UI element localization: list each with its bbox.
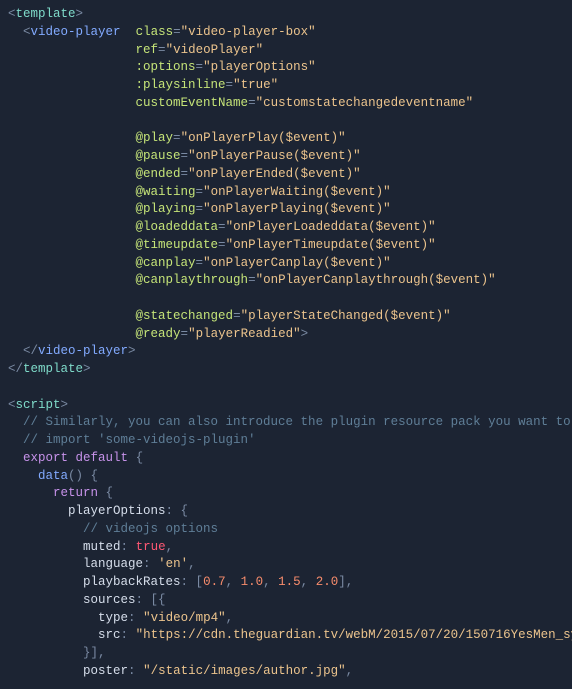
rate-0: 0.7 <box>203 575 226 589</box>
attr-class-k: class <box>136 25 174 39</box>
prop-src: src <box>98 628 121 642</box>
attr-ref-v: videoPlayer <box>173 43 256 57</box>
attr-loadeddata-k: @loadeddata <box>136 220 219 234</box>
tag-video-player-close: video-player <box>38 344 128 358</box>
tag-template-close: template <box>23 362 83 376</box>
kw-default: default <box>76 451 129 465</box>
tag-video-player-open: video-player <box>31 25 121 39</box>
prop-muted: muted <box>83 540 121 554</box>
attr-loadeddata-v: onPlayerLoadeddata($event) <box>233 220 428 234</box>
attr-canplay-k: @canplay <box>136 256 196 270</box>
attr-playing-v: onPlayerPlaying($event) <box>211 202 384 216</box>
val-language: en <box>166 557 181 571</box>
attr-ref-k: ref <box>136 43 159 57</box>
attr-statechanged-k: @statechanged <box>136 309 234 323</box>
attr-timeupdate-k: @timeupdate <box>136 238 219 252</box>
rate-1: 1.0 <box>241 575 264 589</box>
attr-playsinline-v: true <box>241 78 271 92</box>
prop-language: language <box>83 557 143 571</box>
attr-canplaythrough-v: onPlayerCanplaythrough($event) <box>263 273 488 287</box>
kw-return: return <box>53 486 98 500</box>
tag-template-open: template <box>16 7 76 21</box>
attr-waiting-v: onPlayerWaiting($event) <box>211 185 384 199</box>
attr-timeupdate-v: onPlayerTimeupdate($event) <box>233 238 428 252</box>
attr-options-k: :options <box>136 60 196 74</box>
attr-playsinline-k: :playsinline <box>136 78 226 92</box>
attr-pause-v: onPlayerPause($event) <box>196 149 354 163</box>
attr-ready-k: @ready <box>136 327 181 341</box>
attr-playing-k: @playing <box>136 202 196 216</box>
prop-sources: sources <box>83 593 136 607</box>
comment-line-2: // import 'some-videojs-plugin' <box>23 433 256 447</box>
rate-3: 2.0 <box>316 575 339 589</box>
attr-canplay-v: onPlayerCanplay($event) <box>211 256 384 270</box>
val-type: video/mp4 <box>151 611 219 625</box>
comment-line-1: // Similarly, you can also introduce the… <box>23 415 572 429</box>
attr-ended-v: onPlayerEnded($event) <box>196 167 354 181</box>
attr-ready-v: playerReadied <box>196 327 294 341</box>
attr-canplaythrough-k: @canplaythrough <box>136 273 249 287</box>
fn-data: data <box>38 469 68 483</box>
prop-playbackrates: playbackRates <box>83 575 181 589</box>
attr-play-k: @play <box>136 131 174 145</box>
val-muted: true <box>136 540 166 554</box>
attr-ended-k: @ended <box>136 167 181 181</box>
rate-2: 1.5 <box>278 575 301 589</box>
prop-poster: poster <box>83 664 128 678</box>
attr-custom-event-v: customstatechangedeventname <box>263 96 466 110</box>
code-block: <template> <video-player class="video-pl… <box>0 0 572 689</box>
val-src: https://cdn.theguardian.tv/webM/2015/07/… <box>143 628 572 642</box>
prop-type: type <box>98 611 128 625</box>
attr-options-v: playerOptions <box>211 60 309 74</box>
attr-custom-event-k: customEventName <box>136 96 249 110</box>
attr-pause-k: @pause <box>136 149 181 163</box>
attr-waiting-k: @waiting <box>136 185 196 199</box>
comment-line-3: // videojs options <box>83 522 218 536</box>
attr-class-v: video-player-box <box>188 25 308 39</box>
kw-export: export <box>23 451 68 465</box>
tag-script-open: script <box>16 398 61 412</box>
attr-play-v: onPlayerPlay($event) <box>188 131 338 145</box>
attr-statechanged-v: playerStateChanged($event) <box>248 309 443 323</box>
prop-playeroptions: playerOptions <box>68 504 166 518</box>
val-poster: /static/images/author.jpg <box>151 664 339 678</box>
